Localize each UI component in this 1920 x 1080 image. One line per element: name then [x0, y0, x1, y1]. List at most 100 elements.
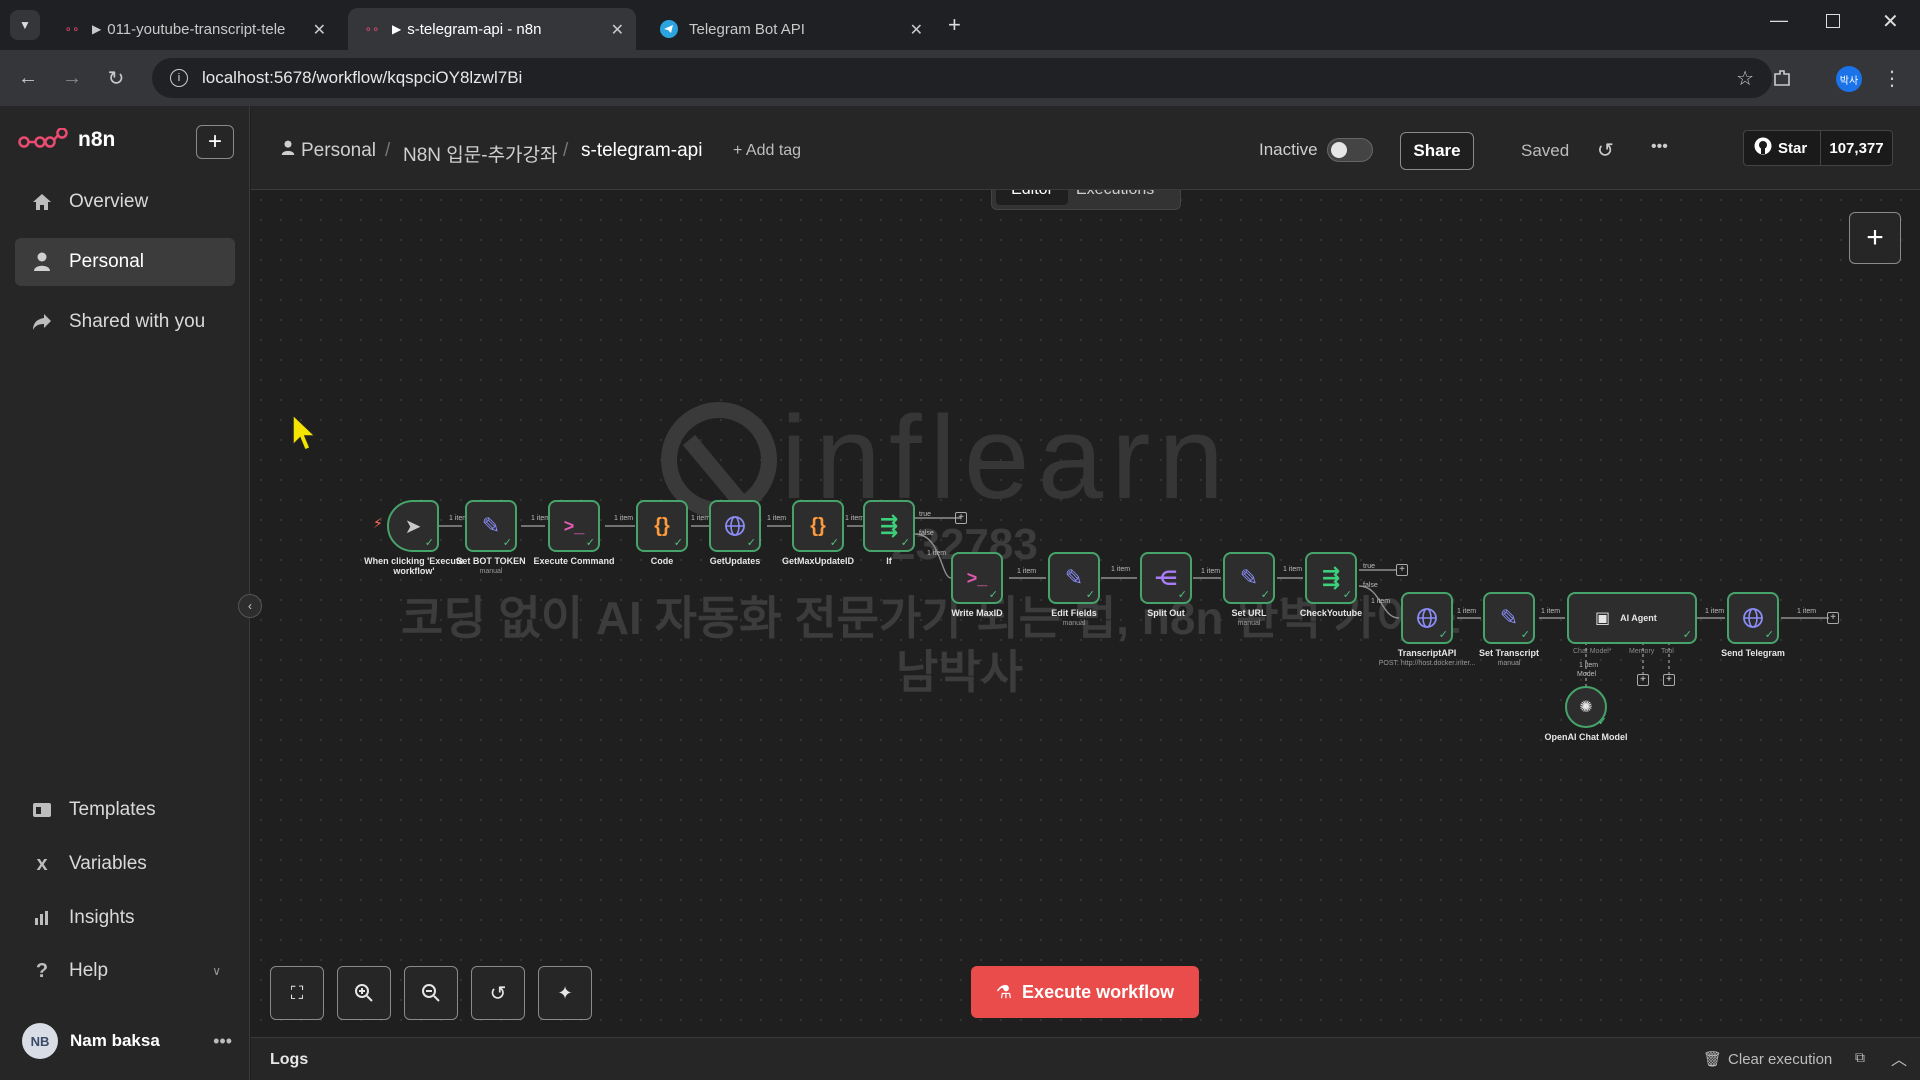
chevron-up-icon[interactable]: ︿: [1891, 1046, 1907, 1070]
logs-panel[interactable]: Logs 🗑 Clear execution ⧉ ︿: [251, 1037, 1920, 1080]
new-tab-button[interactable]: +: [948, 12, 961, 38]
node-set-url[interactable]: ✎ ✓: [1223, 552, 1275, 604]
sidebar: n8n + Overview Personal Shared with you …: [0, 106, 250, 1080]
node-sub: manual: [1062, 620, 1086, 627]
create-button[interactable]: +: [196, 125, 234, 159]
browser-tab-3[interactable]: Telegram Bot API ✕: [645, 8, 935, 50]
add-branch-plus[interactable]: +: [955, 512, 967, 524]
add-tool-plus[interactable]: +: [1663, 674, 1675, 686]
edge-label: 1 item: [1705, 608, 1725, 615]
back-icon[interactable]: ←: [12, 62, 44, 94]
sidebar-item-templates[interactable]: Templates: [15, 786, 235, 834]
profile-avatar[interactable]: 박사: [1836, 66, 1862, 92]
node-send-telegram[interactable]: ✓: [1727, 592, 1779, 644]
node-label: Write MaxID: [951, 608, 1003, 618]
zoom-in-icon: [355, 984, 373, 1002]
sidebar-item-variables[interactable]: x Variables: [15, 840, 235, 888]
history-icon[interactable]: ↺: [1597, 138, 1614, 163]
breadcrumb-personal[interactable]: Personal: [281, 140, 376, 162]
sidebar-item-label: Variables: [69, 853, 147, 874]
node-split-out[interactable]: ⋲ ✓: [1140, 552, 1192, 604]
workflow-name[interactable]: s-telegram-api: [581, 140, 702, 162]
if-icon: ⇶: [1321, 565, 1341, 590]
node-ai-agent[interactable]: ▣ AI Agent ✓: [1567, 592, 1697, 644]
if-icon: ⇶: [879, 513, 899, 538]
add-branch-plus[interactable]: +: [1396, 564, 1408, 576]
node-set-transcript[interactable]: ✎ ✓: [1483, 592, 1535, 644]
site-info-icon[interactable]: i: [170, 69, 188, 87]
reset-zoom-button[interactable]: ↺: [471, 966, 525, 1020]
browser-tab-2[interactable]: ∘∘ ▶ s-telegram-api - n8n ✕: [348, 8, 636, 50]
sidebar-item-label: Personal: [69, 251, 144, 272]
execute-workflow-button[interactable]: ⚗ Execute workflow: [971, 966, 1199, 1018]
more-horizontal-icon[interactable]: •••: [1651, 138, 1668, 156]
tab-search-button[interactable]: ▼: [10, 10, 40, 40]
mouse-cursor-icon: [292, 413, 317, 451]
templates-icon: [29, 801, 55, 819]
user-menu[interactable]: NB Nam baksa •••: [22, 1022, 232, 1060]
bookmark-star-icon[interactable]: ☆: [1736, 66, 1754, 91]
zoom-in-button[interactable]: [337, 966, 391, 1020]
zoom-to-fit-button[interactable]: ⛶: [270, 966, 324, 1020]
reload-icon[interactable]: ↻: [100, 62, 132, 94]
node-execute-command[interactable]: >_ ✓: [548, 500, 600, 552]
close-icon[interactable]: ✕: [910, 20, 923, 40]
variables-icon: x: [36, 852, 48, 875]
agent-port-tool: Tool: [1661, 648, 1674, 655]
node-label: CheckYoutube: [1299, 608, 1363, 618]
address-bar[interactable]: i localhost:5678/workflow/kqspciOY8lzwl7…: [152, 58, 1772, 98]
globe-icon: [1417, 608, 1437, 628]
chevron-left-icon: ‹: [248, 599, 252, 613]
github-star-button[interactable]: Star 107,377: [1743, 130, 1893, 166]
minimize-icon[interactable]: —: [1770, 10, 1788, 31]
more-menu-icon[interactable]: ⋮: [1876, 62, 1908, 94]
globe-icon: [1743, 608, 1763, 628]
n8n-logo[interactable]: n8n: [18, 128, 115, 152]
sidebar-item-personal[interactable]: Personal: [15, 238, 235, 286]
node-write-maxid[interactable]: >_ ✓: [951, 552, 1003, 604]
saved-label: Saved: [1521, 141, 1570, 160]
tidy-up-button[interactable]: ✦: [538, 966, 592, 1020]
add-tag-button[interactable]: + Add tag: [733, 142, 801, 160]
agent-port-chat-model: Chat Model*: [1573, 648, 1612, 655]
extensions-icon[interactable]: [1766, 62, 1798, 94]
browser-tab-1[interactable]: ∘∘ ▶ 011-youtube-transcript-tele ✕: [48, 8, 338, 50]
node-getupdates[interactable]: ✓: [709, 500, 761, 552]
github-icon: [1754, 137, 1772, 160]
restore-icon[interactable]: [1826, 14, 1840, 28]
clear-execution-button[interactable]: 🗑 Clear execution: [1703, 1050, 1833, 1069]
sidebar-item-help[interactable]: ? Help ∨: [15, 947, 235, 995]
share-icon: [29, 313, 55, 331]
sidebar-item-shared[interactable]: Shared with you: [15, 298, 235, 346]
forward-icon[interactable]: →: [56, 62, 88, 94]
add-branch-plus[interactable]: +: [1827, 612, 1839, 624]
node-set-bot-token[interactable]: ✎ ✓: [465, 500, 517, 552]
workflow-canvas[interactable]: Editor Executions + inflearn 232783 코딩 없…: [251, 190, 1920, 1037]
sidebar-item-overview[interactable]: Overview: [15, 178, 235, 226]
more-horizontal-icon[interactable]: •••: [213, 1031, 232, 1052]
collapse-sidebar-button[interactable]: ‹: [238, 594, 262, 618]
close-window-icon[interactable]: ✕: [1882, 9, 1899, 34]
node-if[interactable]: ⇶ ✓: [863, 500, 915, 552]
node-transcriptapi[interactable]: ✓: [1401, 592, 1453, 644]
active-toggle[interactable]: [1327, 138, 1373, 162]
node-manual-trigger[interactable]: ➤ ✓: [387, 500, 439, 552]
node-openai-chat-model[interactable]: ✺ ✓: [1565, 686, 1607, 728]
share-button[interactable]: Share: [1400, 132, 1474, 170]
edge-label: 1 item: [1283, 566, 1303, 573]
edge-label: 1 item: [1371, 598, 1391, 605]
false-label: false: [919, 530, 934, 537]
add-memory-plus[interactable]: +: [1637, 674, 1649, 686]
popout-icon[interactable]: ⧉: [1855, 1049, 1865, 1066]
edge-label: 1 item: [614, 515, 634, 522]
breadcrumb-folder[interactable]: N8N 입문-추가강좌: [403, 140, 558, 167]
node-edit-fields[interactable]: ✎ ✓: [1048, 552, 1100, 604]
close-icon[interactable]: ✕: [611, 20, 624, 40]
node-checkyoutube[interactable]: ⇶ ✓: [1305, 552, 1357, 604]
node-getmaxupdateid[interactable]: {} ✓: [792, 500, 844, 552]
close-icon[interactable]: ✕: [313, 20, 326, 40]
sidebar-item-insights[interactable]: Insights: [15, 894, 235, 942]
node-code[interactable]: {} ✓: [636, 500, 688, 552]
zoom-out-button[interactable]: [404, 966, 458, 1020]
clear-execution-label: Clear execution: [1728, 1050, 1833, 1068]
